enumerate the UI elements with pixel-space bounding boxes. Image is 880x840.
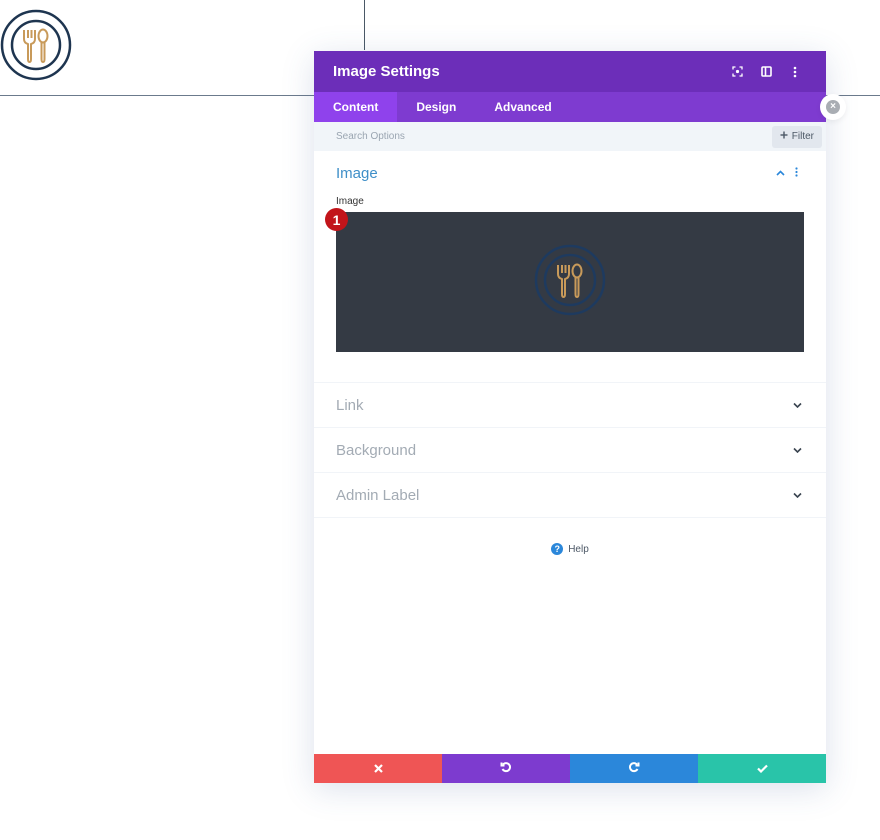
modal-title: Image Settings (333, 63, 440, 80)
cancel-button[interactable] (314, 754, 442, 783)
focus-icon[interactable] (725, 60, 749, 84)
help-link[interactable]: ? Help (314, 543, 826, 555)
admin-label-section-title: Admin Label (336, 486, 420, 504)
tab-content[interactable]: Content (314, 92, 398, 122)
close-module-button[interactable]: × (820, 94, 846, 120)
search-bar: Filter (314, 122, 826, 151)
background-section-title: Background (336, 441, 417, 459)
chevron-down-icon (790, 488, 804, 502)
link-section-toggle[interactable]: Link (314, 383, 826, 428)
check-icon (756, 760, 768, 778)
filter-button[interactable]: Filter (771, 125, 822, 148)
help-icon: ? (551, 543, 564, 555)
filter-label: Filter (791, 131, 814, 142)
image-section-title: Image (336, 164, 378, 182)
more-vertical-icon[interactable] (783, 60, 807, 84)
step-badge: 1 (325, 208, 348, 231)
split-view-icon[interactable] (754, 60, 778, 84)
chevron-down-icon (790, 398, 804, 412)
link-section-title: Link (336, 396, 364, 414)
tab-advanced[interactable]: Advanced (475, 92, 570, 122)
image-upload-preview[interactable]: 1 (325, 208, 804, 352)
undo-button[interactable] (442, 754, 570, 783)
canvas-divider-vertical (364, 0, 365, 50)
redo-button[interactable] (570, 754, 698, 783)
chevron-down-icon (790, 443, 804, 457)
save-button[interactable] (698, 754, 826, 783)
image-field-label: Image (336, 196, 364, 207)
more-vertical-icon[interactable] (788, 166, 804, 180)
chevron-up-icon[interactable] (772, 167, 788, 179)
plate-fork-spoon-icon (534, 244, 606, 321)
admin-label-section-toggle[interactable]: Admin Label (314, 473, 826, 518)
redo-icon (628, 760, 640, 778)
help-label: Help (568, 543, 589, 555)
undo-icon (500, 760, 512, 778)
image-section-header[interactable]: Image (336, 164, 804, 182)
image-settings-modal: Image Settings Content Design Advanced F… (314, 51, 826, 783)
close-icon (373, 760, 383, 778)
search-options-input[interactable] (336, 131, 772, 142)
close-icon: × (826, 100, 840, 114)
modal-header[interactable]: Image Settings (314, 51, 826, 92)
tab-design[interactable]: Design (397, 92, 475, 122)
modal-footer (314, 754, 826, 783)
image-section: Image Image 1 (314, 151, 826, 383)
plus-icon (780, 131, 788, 142)
tab-bar: Content Design Advanced (314, 92, 826, 122)
background-section-toggle[interactable]: Background (314, 428, 826, 473)
plate-fork-spoon-icon[interactable] (0, 9, 72, 81)
